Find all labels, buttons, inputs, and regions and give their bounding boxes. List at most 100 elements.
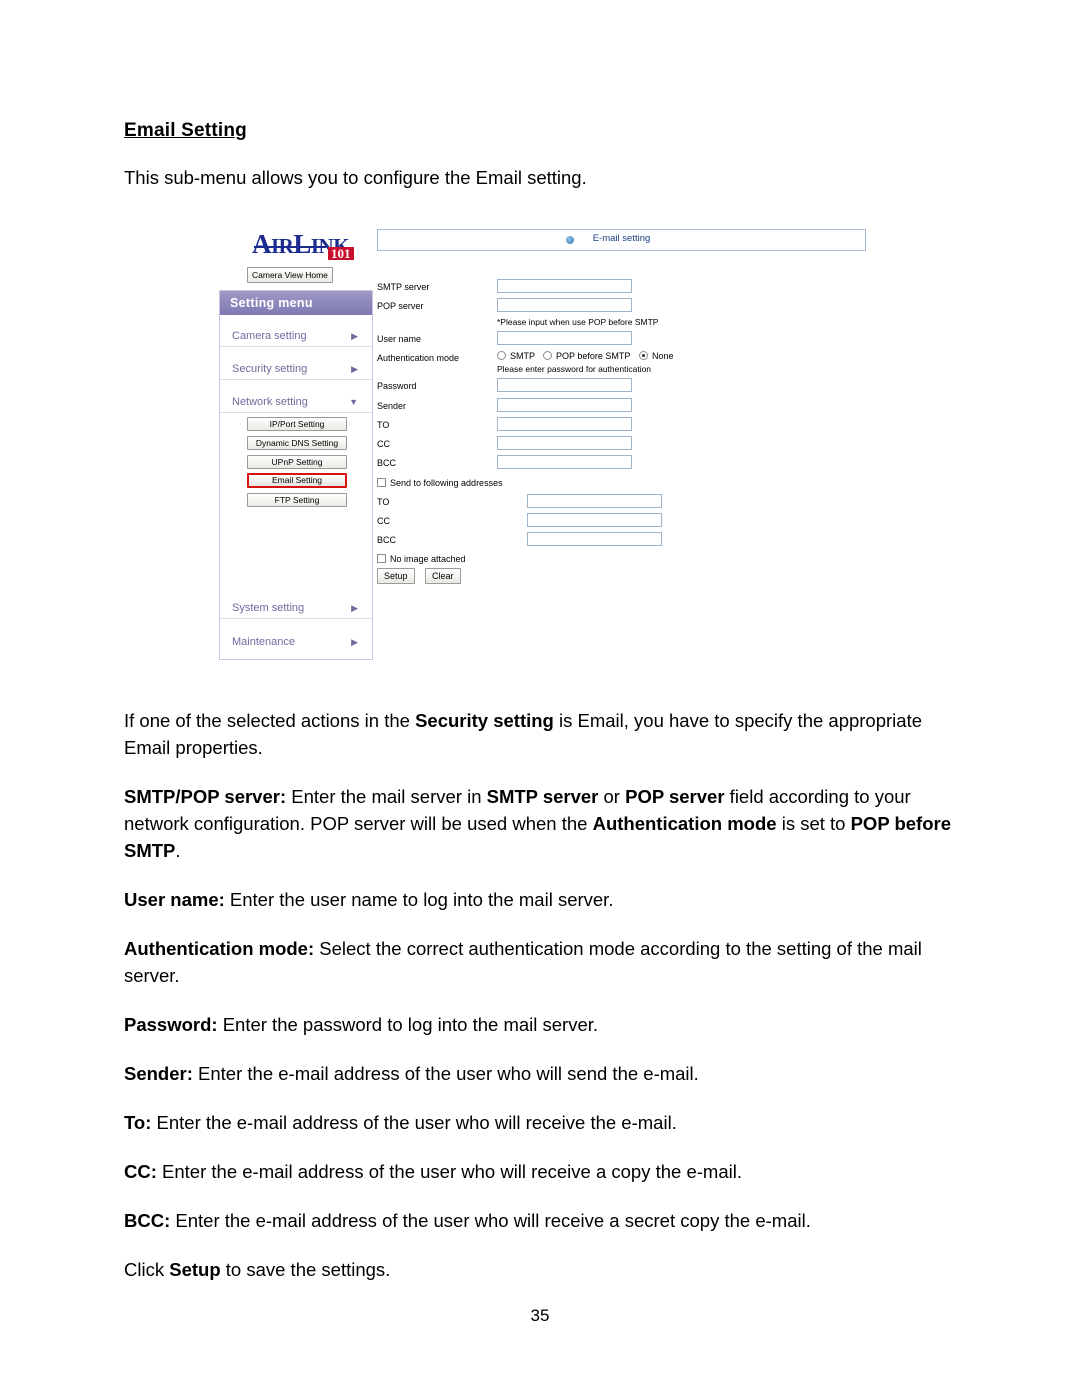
paragraph-cc: CC: Enter the e-mail address of the user… — [124, 1158, 956, 1185]
text-fragment: Enter the password to log into the mail … — [217, 1014, 599, 1035]
send-to-following-addresses-checkbox[interactable] — [377, 478, 386, 487]
bullet-icon — [565, 236, 574, 244]
text-emphasis: Password: — [124, 1014, 218, 1035]
label-cc: CC — [377, 439, 390, 449]
label-authentication-mode: Authentication mode — [377, 353, 460, 363]
paragraph-user-name: User name: Enter the user name to log in… — [124, 886, 956, 913]
page-number: 35 — [530, 1306, 550, 1325]
submenu-ip-port-setting[interactable]: IP/Port Setting — [247, 417, 347, 431]
paragraph-to: To: Enter the e-mail address of the user… — [124, 1109, 956, 1136]
sender-input[interactable] — [497, 398, 632, 412]
form-title-bar: E-mail setting — [377, 229, 866, 251]
text-fragment: Enter the mail server in — [286, 786, 487, 807]
menu-item-label: Maintenance — [232, 636, 295, 648]
setup-button[interactable]: Setup — [377, 568, 415, 584]
paragraph-authentication-mode: Authentication mode: Select the correct … — [124, 935, 956, 989]
text-fragment: Enter the user name to log into the mail… — [224, 889, 614, 910]
paragraph-security-setting: If one of the selected actions in the Se… — [124, 707, 956, 761]
menu-item-security-setting[interactable]: Security setting ▶ — [220, 358, 372, 380]
paragraph-bcc: BCC: Enter the e-mail address of the use… — [124, 1207, 956, 1234]
no-image-attached-checkbox[interactable] — [377, 554, 386, 563]
paragraph-smtp-pop-server: SMTP/POP server: Enter the mail server i… — [124, 783, 956, 864]
clear-button[interactable]: Clear — [425, 568, 461, 584]
text-fragment: Enter the e-mail address of the user who… — [192, 1063, 699, 1084]
label-bcc: BCC — [377, 458, 397, 468]
label-bcc-2: BCC — [377, 535, 397, 545]
radio-none-label: None — [652, 351, 674, 361]
menu-item-label: Network setting — [232, 396, 308, 408]
pop-server-note: *Please input when use POP before SMTP — [497, 317, 659, 327]
send-to-following-addresses-label: Send to following addresses — [390, 478, 503, 488]
camera-web-ui-screenshot: AIRLINK 101 Camera View Home Setting men… — [219, 225, 869, 660]
text-emphasis: SMTP server — [486, 786, 599, 807]
paragraph-sender: Sender: Enter the e-mail address of the … — [124, 1060, 956, 1087]
label-password: Password — [377, 381, 417, 391]
label-to-2: TO — [377, 497, 390, 507]
text-fragment: Click — [124, 1259, 170, 1280]
setting-menu-title: Setting menu — [220, 291, 372, 315]
text-emphasis: BCC: — [124, 1210, 171, 1231]
menu-item-label: System setting — [232, 602, 305, 614]
camera-view-home-button[interactable]: Camera View Home — [247, 267, 333, 283]
text-emphasis: User name: — [124, 889, 225, 910]
radio-pop-before-smtp[interactable] — [543, 351, 552, 360]
setting-menu-panel: Setting menu Camera setting ▶ Security s… — [219, 290, 373, 660]
text-emphasis: Setup — [169, 1259, 221, 1280]
text-fragment: . — [175, 840, 181, 861]
to-input[interactable] — [497, 417, 632, 431]
logo-letter-a: A — [252, 229, 272, 259]
menu-item-system-setting[interactable]: System setting ▶ — [220, 597, 372, 619]
submenu-upnp-setting[interactable]: UPnP Setting — [247, 455, 347, 469]
submenu-ftp-setting[interactable]: FTP Setting — [247, 493, 347, 507]
radio-pop-before-smtp-label: POP before SMTP — [556, 351, 631, 361]
intro-paragraph: This sub-menu allows you to configure th… — [124, 167, 587, 188]
to-input-2[interactable] — [527, 494, 662, 508]
submenu-dynamic-dns-setting[interactable]: Dynamic DNS Setting — [247, 436, 347, 450]
text-fragment: or — [598, 786, 626, 807]
radio-none[interactable] — [639, 351, 648, 360]
pop-server-input[interactable] — [497, 298, 632, 312]
logo-letter-l: L — [293, 229, 311, 259]
label-to: TO — [377, 420, 390, 430]
text-fragment: Enter the e-mail address of the user who… — [170, 1210, 811, 1231]
chevron-right-icon: ▶ — [351, 603, 358, 613]
text-emphasis: Authentication mode — [592, 813, 777, 834]
cc-input-2[interactable] — [527, 513, 662, 527]
label-pop-server: POP server — [377, 301, 424, 311]
chevron-right-icon: ▶ — [351, 364, 358, 374]
bcc-input[interactable] — [497, 455, 632, 469]
label-cc-2: CC — [377, 516, 390, 526]
submenu-email-setting[interactable]: Email Setting — [247, 473, 347, 488]
chevron-down-icon: ▼ — [349, 397, 358, 407]
text-fragment: is set to — [776, 813, 851, 834]
document-content: Email Setting This sub-menu allows you t… — [124, 120, 954, 191]
text-fragment: to save the settings. — [220, 1259, 391, 1280]
chevron-right-icon: ▶ — [351, 637, 358, 647]
text-emphasis: To: — [124, 1112, 152, 1133]
form-title: E-mail setting — [592, 233, 651, 244]
text-emphasis: SMTP/POP server: — [124, 786, 287, 807]
radio-smtp[interactable] — [497, 351, 506, 360]
text-fragment: If one of the selected actions in the — [124, 710, 416, 731]
paragraph-password: Password: Enter the password to log into… — [124, 1011, 956, 1038]
text-emphasis: Security setting — [415, 710, 554, 731]
bcc-input-2[interactable] — [527, 532, 662, 546]
password-input[interactable] — [497, 378, 632, 392]
menu-item-maintenance[interactable]: Maintenance ▶ — [220, 631, 372, 653]
user-name-input[interactable] — [497, 331, 632, 345]
text-emphasis: Sender: — [124, 1063, 193, 1084]
password-note: Please enter password for authentication — [497, 364, 652, 374]
logo-underline — [254, 246, 326, 248]
text-emphasis: Authentication mode: — [124, 938, 315, 959]
label-smtp-server: SMTP server — [377, 282, 430, 292]
page-title: Email Setting — [124, 120, 247, 141]
document-body: If one of the selected actions in the Se… — [124, 685, 956, 1283]
text-emphasis: CC: — [124, 1161, 157, 1182]
cc-input[interactable] — [497, 436, 632, 450]
menu-item-camera-setting[interactable]: Camera setting ▶ — [220, 325, 372, 347]
label-user-name: User name — [377, 334, 422, 344]
menu-item-network-setting[interactable]: Network setting ▼ — [220, 391, 372, 413]
paragraph-click-setup: Click Setup to save the settings. — [124, 1256, 956, 1283]
radio-smtp-label: SMTP — [510, 351, 536, 361]
smtp-server-input[interactable] — [497, 279, 632, 293]
